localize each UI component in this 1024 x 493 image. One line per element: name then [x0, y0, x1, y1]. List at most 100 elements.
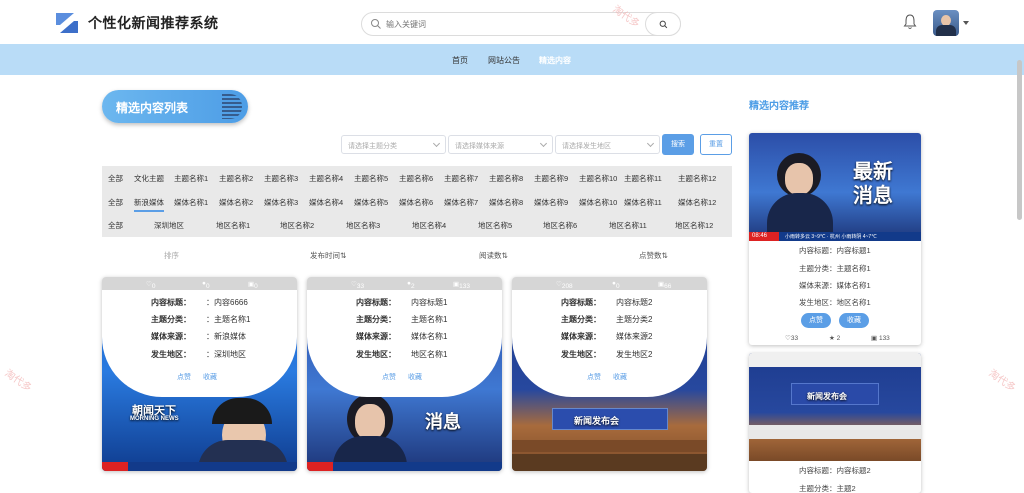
topic-filter-item-7[interactable]: 主题名称6 — [399, 173, 433, 184]
search-button[interactable] — [645, 12, 681, 36]
news-card[interactable]: ♡ 208 ● 0 ▣ 66 新闻发布会 内容标题： 内容标题2 主题分类： 主题分类… — [512, 277, 707, 471]
region-filter-item-8[interactable]: 地区名称11 — [609, 220, 647, 231]
like-button[interactable]: 点赞 — [382, 372, 396, 382]
media-filter-item-13[interactable]: 媒体名称12 — [678, 197, 716, 208]
sidebar-card[interactable]: 新闻发布会 内容标题：内容标题2 主题分类：主题2 — [749, 353, 921, 493]
region-filter-item-4[interactable]: 地区名称3 — [346, 220, 380, 231]
news-card[interactable]: ♡ 0 ● 0 ▣ 0 朝闻天下 MORNING NEWS 内容标题： ：内容666… — [102, 277, 297, 471]
chevron-down-icon[interactable] — [963, 21, 969, 25]
nav-item-notice[interactable]: 网站公告 — [488, 55, 520, 66]
filter-panel: 全部 文化主题 主题名称1 主题名称2 主题名称3 主题名称4 主题名称5 主题名称6 主题名称… — [102, 166, 732, 237]
sidebar-title: 精选内容推荐 — [749, 101, 809, 112]
app-title: 个性化新闻推荐系统 — [88, 15, 219, 31]
topic-filter-item-5[interactable]: 主题名称4 — [309, 173, 343, 184]
sort-by-time[interactable]: 发布时间⇅ — [310, 250, 346, 261]
filter-search-button[interactable]: 搜索 — [662, 134, 694, 155]
like-count: ♡33 — [785, 335, 799, 342]
bell-icon[interactable] — [903, 14, 917, 30]
news-thumbnail[interactable]: 最新 消息 08:46 小雨转多云 3~9℃ · 杭州 小雨转阴 4~7℃ — [749, 133, 921, 241]
logo-icon — [56, 13, 78, 33]
search-input[interactable] — [386, 16, 636, 32]
region-select[interactable]: 请选择发生地区 — [555, 135, 660, 154]
card-stats: ♡ 0 ● 0 ▣ 0 — [102, 277, 297, 290]
region-filter-item-3[interactable]: 地区名称2 — [280, 220, 314, 231]
card-info: 内容标题： ：内容6666 主题分类： ：主题名称1 媒体来源： ：新浪媒体 发生地区… — [102, 290, 297, 397]
sort-icon: ⇅ — [340, 251, 347, 260]
favorite-button[interactable]: 收藏 — [203, 372, 217, 382]
card-info: 内容标题： 内容标题2 主题分类： 主题分类2 媒体来源： 媒体来源2 发生地区： 发生… — [512, 290, 707, 397]
media-filter-item-7[interactable]: 媒体名称6 — [399, 197, 433, 208]
region-filter-item-0[interactable]: 全部 — [108, 220, 123, 231]
topic-filter-item-0[interactable]: 全部 — [108, 173, 123, 184]
region-filter-item-2[interactable]: 地区名称1 — [216, 220, 250, 231]
media-filter-item-5[interactable]: 媒体名称4 — [309, 197, 343, 208]
card-info: 内容标题： 内容标题1 主题分类： 主题名称1 媒体来源： 媒体名称1 发生地区： 地区… — [307, 290, 502, 397]
card-stats: ♡ 208 ● 0 ▣ 66 — [512, 277, 707, 290]
like-button[interactable]: 点赞 — [587, 372, 601, 382]
watermark: 淘代多 — [2, 368, 34, 395]
header: 个性化新闻推荐系统 — [0, 0, 1024, 44]
favorite-count: ★ 2 — [829, 335, 841, 342]
topic-filter-item-8[interactable]: 主题名称7 — [444, 173, 478, 184]
region-filter-row: 全部 深圳地区 地区名称1 地区名称2 地区名称3 地区名称4 地区名称5 地区名称6 地区名称… — [102, 213, 732, 235]
media-filter-item-2[interactable]: 媒体名称1 — [174, 197, 208, 208]
sort-icon: ⇅ — [501, 251, 508, 260]
news-card[interactable]: ♡ 33 ● 2 ▣ 133 消息 内容标题： 内容标题1 主题分类： 主题名称1 媒… — [307, 277, 502, 471]
nav-item-home[interactable]: 首页 — [452, 55, 468, 66]
media-select[interactable]: 请选择媒体来源 — [448, 135, 553, 154]
sort-by-reads[interactable]: 阅读数⇅ — [479, 250, 508, 261]
topic-filter-item-11[interactable]: 主题名称10 — [579, 173, 617, 184]
media-filter-item-1[interactable]: 新浪媒体 — [134, 197, 164, 208]
topic-filter-item-4[interactable]: 主题名称3 — [264, 173, 298, 184]
chevron-down-icon — [539, 139, 548, 148]
topic-select[interactable]: 请选择主题分类 — [341, 135, 446, 154]
media-filter-row: 全部 新浪媒体 媒体名称1 媒体名称2 媒体名称3 媒体名称4 媒体名称5 媒体名称6 媒体名称… — [102, 190, 732, 212]
media-filter-item-0[interactable]: 全部 — [108, 197, 123, 208]
search-icon — [659, 20, 668, 29]
card-stats: ♡ 33 ● 2 ▣ 133 — [307, 277, 502, 290]
sort-label: 排序 — [164, 251, 179, 260]
sidebar-card[interactable]: 最新 消息 08:46 小雨转多云 3~9℃ · 杭州 小雨转阴 4~7℃ 内容… — [749, 133, 921, 345]
media-filter-item-3[interactable]: 媒体名称2 — [219, 197, 253, 208]
sort-icon: ⇅ — [661, 251, 668, 260]
favorite-button[interactable]: 收藏 — [408, 372, 422, 382]
topic-filter-item-9[interactable]: 主题名称8 — [489, 173, 523, 184]
region-filter-item-7[interactable]: 地区名称6 — [543, 220, 577, 231]
topic-filter-item-13[interactable]: 主题名称12 — [678, 173, 716, 184]
region-filter-item-9[interactable]: 地区名称12 — [675, 220, 713, 231]
sort-by-likes[interactable]: 点赞数⇅ — [639, 250, 668, 261]
topic-filter-item-1[interactable]: 文化主题 — [134, 173, 164, 184]
topic-filter-item-3[interactable]: 主题名称2 — [219, 173, 253, 184]
favorite-button[interactable]: 收藏 — [613, 372, 627, 382]
filter-reset-button[interactable]: 重置 — [700, 134, 732, 155]
read-count: ▣ 133 — [871, 335, 890, 342]
news-thumbnail[interactable]: 新闻发布会 — [749, 353, 921, 461]
like-button[interactable]: 点赞 — [177, 372, 191, 382]
region-filter-item-1[interactable]: 深圳地区 — [154, 220, 184, 231]
sort-row: 排序 发布时间⇅ 阅读数⇅ 点赞数⇅ — [102, 248, 732, 262]
topic-filter-item-12[interactable]: 主题名称11 — [624, 173, 662, 184]
search-icon — [371, 19, 381, 29]
media-filter-item-11[interactable]: 媒体名称10 — [579, 197, 617, 208]
watermark: 淘代多 — [986, 368, 1018, 395]
region-filter-item-6[interactable]: 地区名称5 — [478, 220, 512, 231]
favorite-button[interactable]: 收藏 — [839, 313, 869, 328]
topic-filter-item-2[interactable]: 主题名称1 — [174, 173, 208, 184]
media-filter-item-10[interactable]: 媒体名称9 — [534, 197, 568, 208]
topic-filter-item-6[interactable]: 主题名称5 — [354, 173, 388, 184]
chevron-down-icon — [432, 139, 441, 148]
scrollbar[interactable] — [1017, 60, 1022, 220]
list-title: 精选内容列表 — [116, 101, 189, 115]
media-filter-item-12[interactable]: 媒体名称11 — [624, 197, 662, 208]
like-button[interactable]: 点赞 — [801, 313, 831, 328]
main-nav: 首页 网站公告 精选内容 — [0, 44, 1024, 75]
media-filter-item-8[interactable]: 媒体名称7 — [444, 197, 478, 208]
media-filter-item-9[interactable]: 媒体名称8 — [489, 197, 523, 208]
nav-item-featured[interactable]: 精选内容 — [539, 55, 571, 66]
media-filter-item-6[interactable]: 媒体名称5 — [354, 197, 388, 208]
avatar[interactable] — [933, 10, 959, 36]
region-filter-item-5[interactable]: 地区名称4 — [412, 220, 446, 231]
media-filter-item-4[interactable]: 媒体名称3 — [264, 197, 298, 208]
topic-filter-item-10[interactable]: 主题名称9 — [534, 173, 568, 184]
active-filter-underline — [134, 210, 164, 212]
